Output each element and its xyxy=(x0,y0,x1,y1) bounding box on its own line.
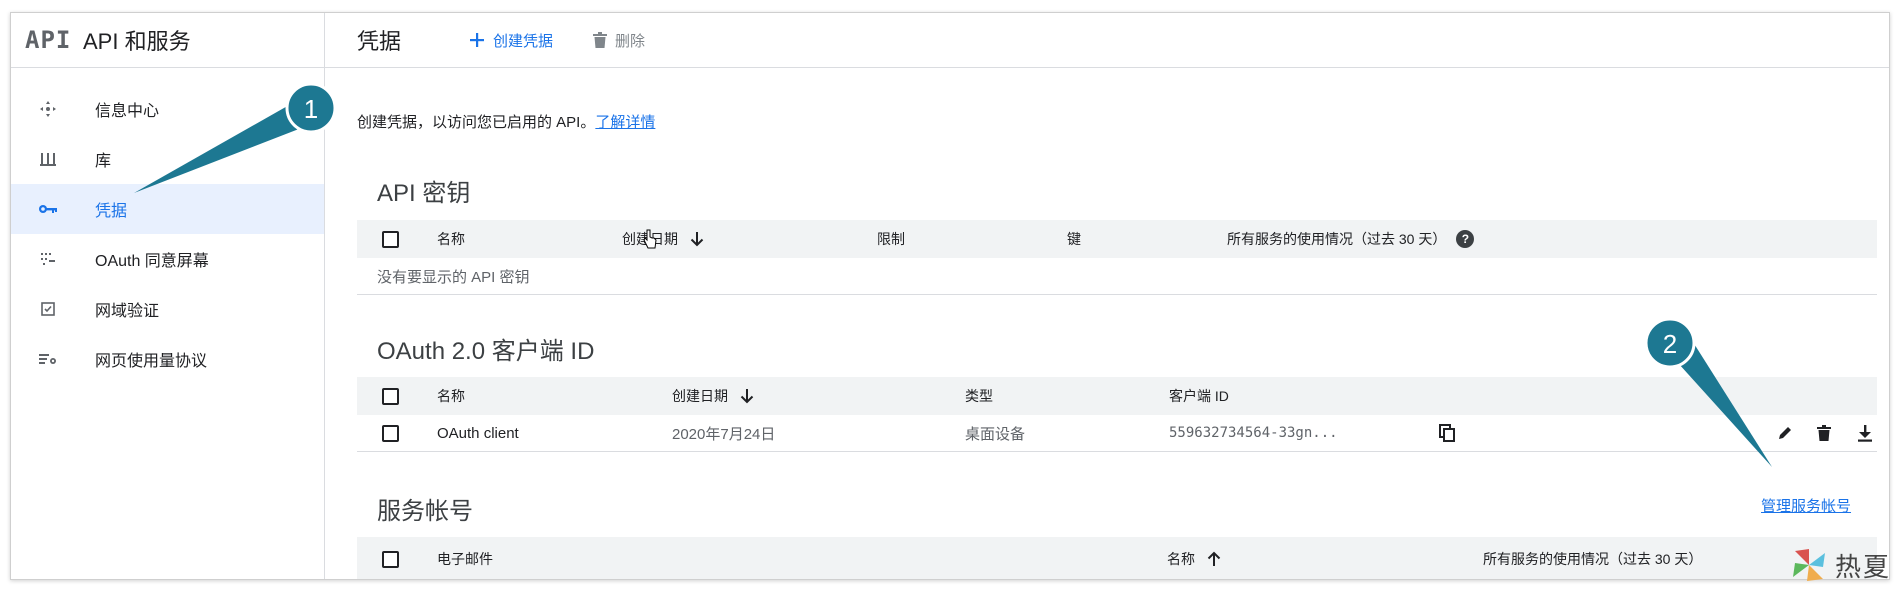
select-all-checkbox[interactable] xyxy=(382,550,399,568)
delete-label: 删除 xyxy=(615,32,646,50)
page-title: 凭据 xyxy=(357,29,402,54)
app-window: API API 和服务 信息中心 库 凭据 OAuth 同意屏幕 网域验证 网页… xyxy=(10,12,1890,580)
column-header-key[interactable]: 键 xyxy=(1067,229,1081,249)
dashboard-icon xyxy=(36,100,60,118)
sort-down-arrow-icon[interactable] xyxy=(690,231,704,247)
checkbox-icon xyxy=(36,301,60,317)
sidebar-item-library[interactable]: 库 xyxy=(11,134,324,184)
pinwheel-logo-icon xyxy=(1792,549,1825,581)
oauth-title: OAuth 2.0 客户端 ID xyxy=(377,338,595,365)
sidebar-item-label: 网页使用量协议 xyxy=(95,353,208,370)
brand-header: API API 和服务 xyxy=(11,13,324,68)
api-keys-table-header: 名称 创建日期 限制 键 所有服务的使用情况（过去 30 天） ? xyxy=(357,220,1877,258)
create-credentials-button[interactable]: 创建凭据 xyxy=(469,30,553,51)
select-all-checkbox[interactable] xyxy=(382,387,399,405)
intro-description: 创建凭据，以访问您已启用的 API。 xyxy=(357,114,596,131)
column-header-name[interactable]: 名称 xyxy=(437,229,465,249)
sidebar-item-label: 网域验证 xyxy=(95,303,160,320)
settings-list-icon xyxy=(36,351,60,367)
client-name[interactable]: OAuth client xyxy=(437,425,519,442)
watermark-text: 热夏 xyxy=(1834,552,1891,583)
edit-icon[interactable] xyxy=(1777,425,1793,441)
action-bar: 凭据 创建凭据 删除 xyxy=(325,13,1889,68)
sidebar-item-dashboard[interactable]: 信息中心 xyxy=(11,84,324,134)
intro-text: 创建凭据，以访问您已启用的 API。了解详情 xyxy=(357,111,655,132)
select-all-checkbox[interactable] xyxy=(382,230,399,248)
sidebar-item-credentials[interactable]: 凭据 xyxy=(11,184,324,234)
empty-message: 没有要显示的 API 密钥 xyxy=(377,268,530,286)
key-icon xyxy=(36,203,60,215)
manage-service-accounts-link[interactable]: 管理服务帐号 xyxy=(1761,495,1851,516)
copy-icon[interactable] xyxy=(1439,424,1455,442)
main-content: 凭据 创建凭据 删除 创建凭据，以访问您已启用的 API。了解详情 API 密钥… xyxy=(325,13,1889,579)
sidebar-nav: 信息中心 库 凭据 OAuth 同意屏幕 网域验证 网页使用量协议 xyxy=(11,68,324,384)
created-date: 2020年7月24日 xyxy=(672,425,776,443)
column-header-usage[interactable]: 所有服务的使用情况（过去 30 天） xyxy=(1483,549,1702,569)
api-logo: API xyxy=(25,26,72,54)
trash-icon xyxy=(593,32,608,48)
column-header-created[interactable]: 创建日期 xyxy=(672,386,728,406)
api-keys-title: API 密钥 xyxy=(377,180,471,207)
sidebar-item-label: 信息中心 xyxy=(95,103,160,120)
sort-up-arrow-icon[interactable] xyxy=(1207,551,1221,567)
sidebar-item-label: 凭据 xyxy=(95,203,128,220)
sidebar-item-label: 库 xyxy=(95,153,112,170)
column-header-name[interactable]: 名称 xyxy=(437,386,465,406)
create-credentials-label: 创建凭据 xyxy=(493,32,554,50)
api-keys-empty-row: 没有要显示的 API 密钥 xyxy=(357,258,1877,295)
sort-down-arrow-icon[interactable] xyxy=(740,388,754,404)
sidebar-item-label: OAuth 同意屏幕 xyxy=(95,253,209,270)
sidebar-item-domain-verification[interactable]: 网域验证 xyxy=(11,284,324,334)
column-header-email[interactable]: 电子邮件 xyxy=(437,549,493,569)
brand-title: API 和服务 xyxy=(83,29,191,54)
sidebar-item-oauth-consent[interactable]: OAuth 同意屏幕 xyxy=(11,234,324,284)
column-header-restrictions[interactable]: 限制 xyxy=(877,229,905,249)
oauth-table-header: 名称 创建日期 类型 客户端 ID xyxy=(357,377,1877,415)
learn-more-link[interactable]: 了解详情 xyxy=(595,114,655,131)
help-icon[interactable]: ? xyxy=(1456,230,1475,248)
watermark: 热夏 xyxy=(1789,545,1891,585)
library-icon xyxy=(36,150,60,168)
plus-icon xyxy=(469,32,485,48)
delete-icon[interactable] xyxy=(1817,425,1831,441)
hand-cursor-icon xyxy=(643,229,657,249)
column-header-usage[interactable]: 所有服务的使用情况（过去 30 天） xyxy=(1227,229,1446,249)
table-row[interactable]: OAuth client 2020年7月24日 桌面设备 55963273456… xyxy=(357,415,1877,452)
sidebar: API API 和服务 信息中心 库 凭据 OAuth 同意屏幕 网域验证 网页… xyxy=(11,13,325,579)
download-icon[interactable] xyxy=(1857,424,1873,442)
column-header-name[interactable]: 名称 xyxy=(1167,549,1195,569)
client-id: 559632734564-33gn... xyxy=(1169,425,1338,441)
consent-icon xyxy=(36,250,60,268)
sidebar-item-page-usage-agreement[interactable]: 网页使用量协议 xyxy=(11,334,324,384)
client-type: 桌面设备 xyxy=(965,425,1026,443)
delete-button[interactable]: 删除 xyxy=(593,30,645,51)
column-header-type[interactable]: 类型 xyxy=(965,386,993,406)
service-accounts-title: 服务帐号 xyxy=(377,498,473,525)
column-header-client-id[interactable]: 客户端 ID xyxy=(1169,386,1229,406)
row-checkbox[interactable] xyxy=(382,424,399,442)
service-accounts-table-header: 电子邮件 名称 所有服务的使用情况（过去 30 天） xyxy=(357,537,1877,579)
